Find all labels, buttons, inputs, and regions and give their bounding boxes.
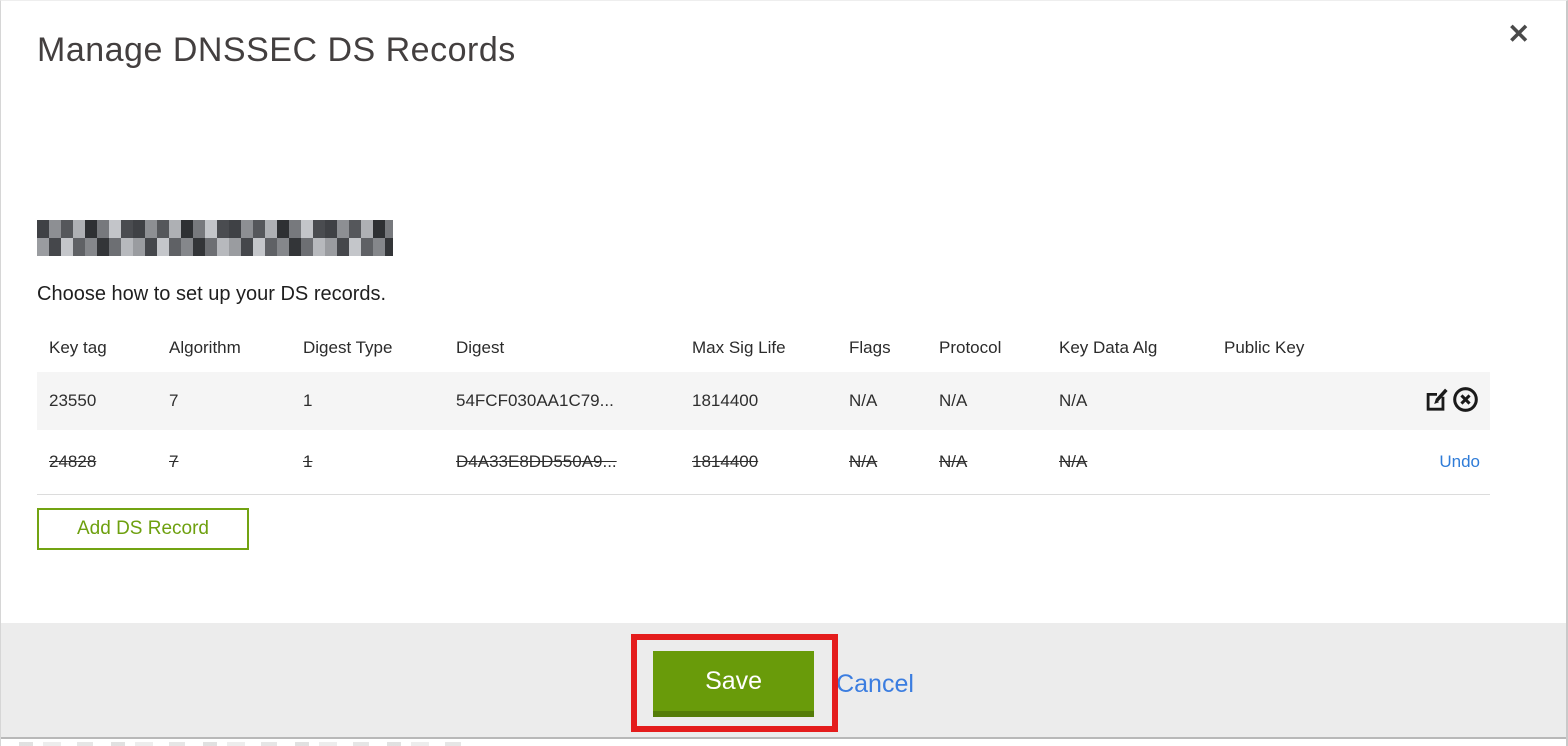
table-row-deleted: 24828 7 1 D4A33E8DD550A9... 1814400 N/A …: [37, 430, 1490, 495]
manage-dnssec-modal: ✕ Manage DNSSEC DS Records Choose how to…: [0, 0, 1568, 746]
ds-records-table: Key tag Algorithm Digest Type Digest Max…: [37, 324, 1490, 495]
col-header-key-tag: Key tag: [49, 338, 107, 357]
table-row: 23550 7 1 54FCF030AA1C79... 1814400 N/A …: [37, 372, 1490, 430]
cell-algorithm: 7: [169, 391, 179, 410]
col-header-algorithm: Algorithm: [169, 338, 241, 357]
cell-max-sig-life: 1814400: [692, 391, 759, 410]
save-button[interactable]: Save: [653, 651, 815, 717]
cell-public-key: [1212, 372, 1389, 430]
cell-digest: 54FCF030AA1C79...: [456, 391, 614, 410]
cell-digest: D4A33E8DD550A9...: [444, 430, 680, 495]
col-header-flags: Flags: [849, 338, 891, 357]
cell-key-tag: 23550: [49, 391, 97, 410]
cell-key-data-alg: N/A: [1059, 391, 1088, 410]
row-actions: [1389, 372, 1490, 430]
col-header-public-key: Public Key: [1224, 338, 1305, 357]
col-header-key-data-alg: Key Data Alg: [1059, 338, 1158, 357]
page-title: Manage DNSSEC DS Records: [37, 31, 516, 69]
col-header-digest-type: Digest Type: [303, 338, 393, 357]
table-header-row: Key tag Algorithm Digest Type Digest Max…: [37, 324, 1490, 372]
cell-protocol: N/A: [927, 430, 1047, 495]
row-actions: Undo: [1389, 430, 1490, 495]
close-icon[interactable]: ✕: [1507, 21, 1530, 48]
col-header-actions: [1389, 324, 1490, 372]
cell-protocol: N/A: [939, 391, 968, 410]
delete-record-button[interactable]: [1451, 386, 1480, 416]
edit-pencil-icon: [1424, 388, 1450, 416]
instruction-text: Choose how to set up your DS records.: [37, 283, 387, 305]
edit-record-button[interactable]: [1423, 387, 1451, 416]
col-header-digest: Digest: [456, 338, 505, 357]
col-header-max-sig-life: Max Sig Life: [692, 338, 786, 357]
cell-algorithm: 7: [157, 430, 291, 495]
cell-flags: N/A: [849, 391, 878, 410]
footer-actions-group: Save Cancel: [653, 651, 914, 717]
add-ds-record-button[interactable]: Add DS Record: [37, 507, 249, 550]
cell-flags: N/A: [837, 430, 927, 495]
cell-max-sig-life: 1814400: [680, 430, 837, 495]
cell-public-key: [1212, 430, 1389, 495]
cell-digest-type: 1: [291, 430, 444, 495]
undo-link[interactable]: Undo: [1439, 452, 1480, 471]
circle-x-icon: [1452, 387, 1479, 416]
cell-key-data-alg: N/A: [1047, 430, 1212, 495]
cell-key-tag: 24828: [37, 430, 157, 495]
modal-footer: Save Cancel: [1, 623, 1566, 739]
redacted-domain-name: [37, 220, 393, 256]
background-content-strip: [19, 742, 479, 746]
cell-digest-type: 1: [303, 391, 313, 410]
col-header-protocol: Protocol: [939, 338, 1002, 357]
cancel-link[interactable]: Cancel: [836, 670, 914, 699]
